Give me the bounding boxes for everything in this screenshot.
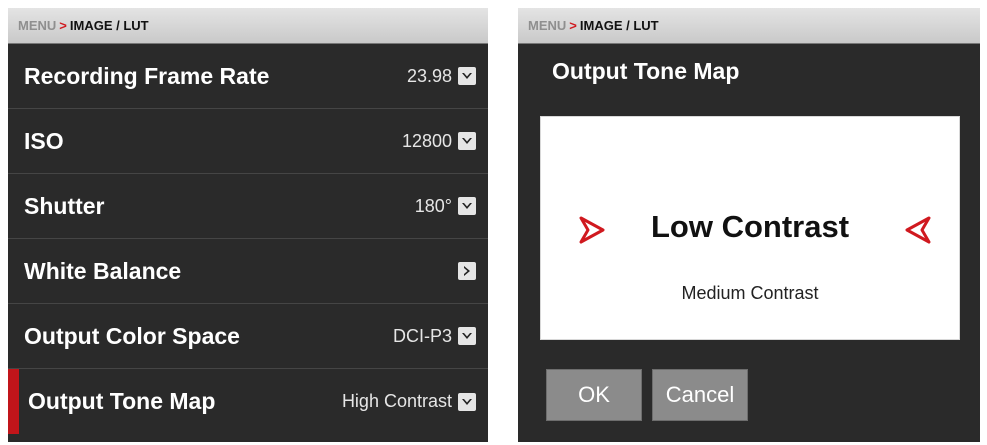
breadcrumb-current: IMAGE / LUT (69, 18, 149, 33)
menu-item-shutter[interactable]: Shutter 180° (8, 174, 488, 239)
cancel-button[interactable]: Cancel (652, 369, 748, 421)
breadcrumb-menu[interactable]: MENU (18, 18, 56, 33)
breadcrumb: MENU > IMAGE / LUT (8, 8, 488, 44)
menu-item-value: 12800 (401, 130, 452, 151)
tone-map-picker[interactable]: Low Contrast Medium Contrast (540, 116, 960, 340)
menu-item-value: 23.98 (406, 65, 452, 86)
chevron-down-icon[interactable] (458, 132, 476, 150)
breadcrumb-separator: > (569, 18, 577, 33)
menu-item-label: Shutter (24, 192, 105, 219)
menu-item-label: Output Tone Map (28, 388, 216, 414)
menu-item-label: Output Color Space (24, 322, 240, 349)
ok-button[interactable]: OK (546, 369, 642, 421)
breadcrumb-menu[interactable]: MENU (528, 18, 566, 33)
menu-item-label: Recording Frame Rate (24, 62, 270, 89)
chevron-down-icon[interactable] (458, 197, 476, 215)
selection-indicator (8, 369, 19, 434)
breadcrumb: MENU > IMAGE / LUT (518, 8, 980, 44)
tone-map-dialog: MENU > IMAGE / LUT Output Tone Map Low C… (518, 8, 980, 442)
picker-option[interactable]: Medium Contrast (541, 283, 959, 304)
menu-item-value: DCI-P3 (392, 325, 452, 346)
chevron-right-icon[interactable] (458, 262, 476, 280)
menu-item-label: ISO (24, 127, 64, 154)
menu-item-iso[interactable]: ISO 12800 (8, 109, 488, 174)
menu-item-value: 180° (414, 195, 452, 216)
breadcrumb-current: IMAGE / LUT (579, 18, 659, 33)
settings-menu-panel: MENU > IMAGE / LUT Recording Frame Rate … (8, 8, 488, 442)
menu-item-label: White Balance (24, 257, 182, 284)
chevron-down-icon[interactable] (458, 67, 476, 85)
menu-item-output-color-space[interactable]: Output Color Space DCI-P3 (8, 304, 488, 369)
chevron-down-icon[interactable] (458, 327, 476, 345)
dialog-title: Output Tone Map (552, 58, 740, 84)
chevron-down-icon[interactable] (458, 392, 476, 411)
menu-item-recording-frame-rate[interactable]: Recording Frame Rate 23.98 (8, 44, 488, 109)
selector-arrow-right-icon (905, 216, 931, 249)
menu-item-value: High Contrast (341, 391, 452, 411)
picker-option-selected[interactable]: Low Contrast (541, 209, 959, 245)
menu-item-white-balance[interactable]: White Balance (8, 239, 488, 304)
menu-item-output-tone-map[interactable]: Output Tone Map High Contrast (8, 369, 488, 434)
breadcrumb-separator: > (59, 18, 67, 33)
